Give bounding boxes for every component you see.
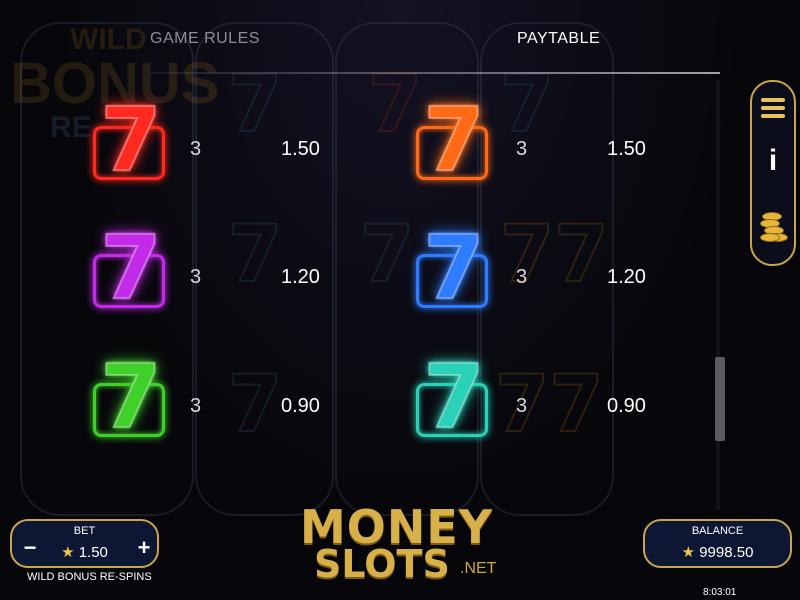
seven-symbol-icon: 7 bbox=[85, 223, 165, 320]
balance-title: BALANCE bbox=[691, 525, 744, 537]
seven-symbol-icon: 7 bbox=[85, 95, 165, 192]
tab-game-rules[interactable]: GAME RULES bbox=[150, 30, 260, 48]
balance-value: ★ 9998.50 bbox=[681, 544, 754, 561]
bg-seven: 77 bbox=[494, 359, 605, 451]
paytable-payout: 0.90 bbox=[607, 395, 646, 417]
seven-symbol-icon: 7 bbox=[408, 352, 488, 449]
paytable-payout: 1.20 bbox=[607, 266, 646, 288]
bg-seven: 7 bbox=[359, 209, 415, 301]
game-mode-label: WILD BONUS RE-SPINS bbox=[27, 571, 152, 583]
bg-seven: 7 bbox=[227, 359, 283, 451]
seven-symbol-icon: 7 bbox=[408, 223, 488, 320]
paytable-count: 3 bbox=[190, 138, 202, 160]
coins-icon[interactable] bbox=[760, 208, 788, 248]
paytable-count: 3 bbox=[516, 138, 528, 160]
clock: 8:03:01 bbox=[703, 587, 737, 598]
bg-seven: 7 bbox=[227, 209, 283, 301]
tab-paytable[interactable]: PAYTABLE bbox=[517, 30, 600, 48]
bet-panel: BET − ★ 1.50 + bbox=[10, 519, 159, 568]
paytable-payout: 1.20 bbox=[281, 266, 320, 288]
paytable-count: 3 bbox=[190, 266, 202, 288]
balance-panel: BALANCE ★ 9998.50 bbox=[643, 519, 792, 568]
paytable-payout: 1.50 bbox=[281, 138, 320, 160]
side-menu: i bbox=[750, 80, 796, 266]
scrollbar-track[interactable] bbox=[716, 80, 720, 510]
seven-symbol-icon: 7 bbox=[85, 352, 165, 449]
info-icon[interactable]: i bbox=[752, 144, 794, 178]
bet-increase-button[interactable]: + bbox=[134, 535, 154, 561]
star-icon: ★ bbox=[61, 544, 75, 561]
paytable-count: 3 bbox=[516, 266, 528, 288]
hamburger-icon[interactable] bbox=[761, 98, 785, 122]
paytable-count: 3 bbox=[190, 395, 202, 417]
paytable-payout: 0.90 bbox=[281, 395, 320, 417]
scrollbar-thumb[interactable] bbox=[715, 357, 725, 441]
seven-symbol-icon: 7 bbox=[408, 95, 488, 192]
tab-underline bbox=[150, 72, 720, 74]
paytable-payout: 1.50 bbox=[607, 138, 646, 160]
money-slots-logo: MONEY SLOTS .NET bbox=[300, 500, 497, 586]
paytable-count: 3 bbox=[516, 395, 528, 417]
star-icon: ★ bbox=[681, 544, 696, 561]
